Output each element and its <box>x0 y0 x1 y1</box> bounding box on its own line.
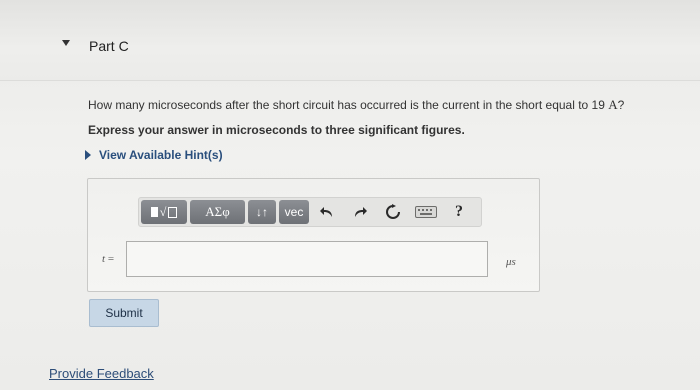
undo-icon[interactable] <box>312 200 342 224</box>
collapse-caret-icon[interactable] <box>62 40 70 46</box>
empty-square-icon <box>168 206 178 218</box>
question-text: How many microseconds after the short ci… <box>88 97 625 112</box>
answer-instruction: Express your answer in microseconds to t… <box>88 123 465 137</box>
keyboard-icon[interactable] <box>411 200 441 224</box>
part-header[interactable]: Part C <box>0 0 700 81</box>
answer-variable-label: t = <box>102 253 115 265</box>
submit-button[interactable]: Submit <box>89 299 159 327</box>
part-title: Part C <box>89 38 129 54</box>
unit-symbol: A <box>608 97 618 112</box>
answer-panel: √ ΑΣφ ↓↑ vec ? t = μs <box>87 178 540 292</box>
math-toolbar: √ ΑΣφ ↓↑ vec ? <box>138 197 482 227</box>
help-icon[interactable]: ? <box>444 200 474 224</box>
subscript-superscript-button[interactable]: ↓↑ <box>248 200 276 224</box>
answer-input[interactable] <box>126 241 488 277</box>
reset-icon[interactable] <box>378 200 408 224</box>
filled-square-icon <box>150 207 158 217</box>
expand-triangle-icon <box>85 150 91 160</box>
redo-icon[interactable] <box>345 200 375 224</box>
vector-button[interactable]: vec <box>279 200 309 224</box>
provide-feedback-link[interactable]: Provide Feedback <box>49 366 154 381</box>
sqrt-icon: √ <box>159 204 167 219</box>
answer-unit: μs <box>506 256 516 268</box>
view-hints-link[interactable]: View Available Hint(s) <box>85 148 223 162</box>
greek-symbols-button[interactable]: ΑΣφ <box>190 200 245 224</box>
templates-button[interactable]: √ <box>141 200 187 224</box>
hints-label: View Available Hint(s) <box>99 148 223 162</box>
